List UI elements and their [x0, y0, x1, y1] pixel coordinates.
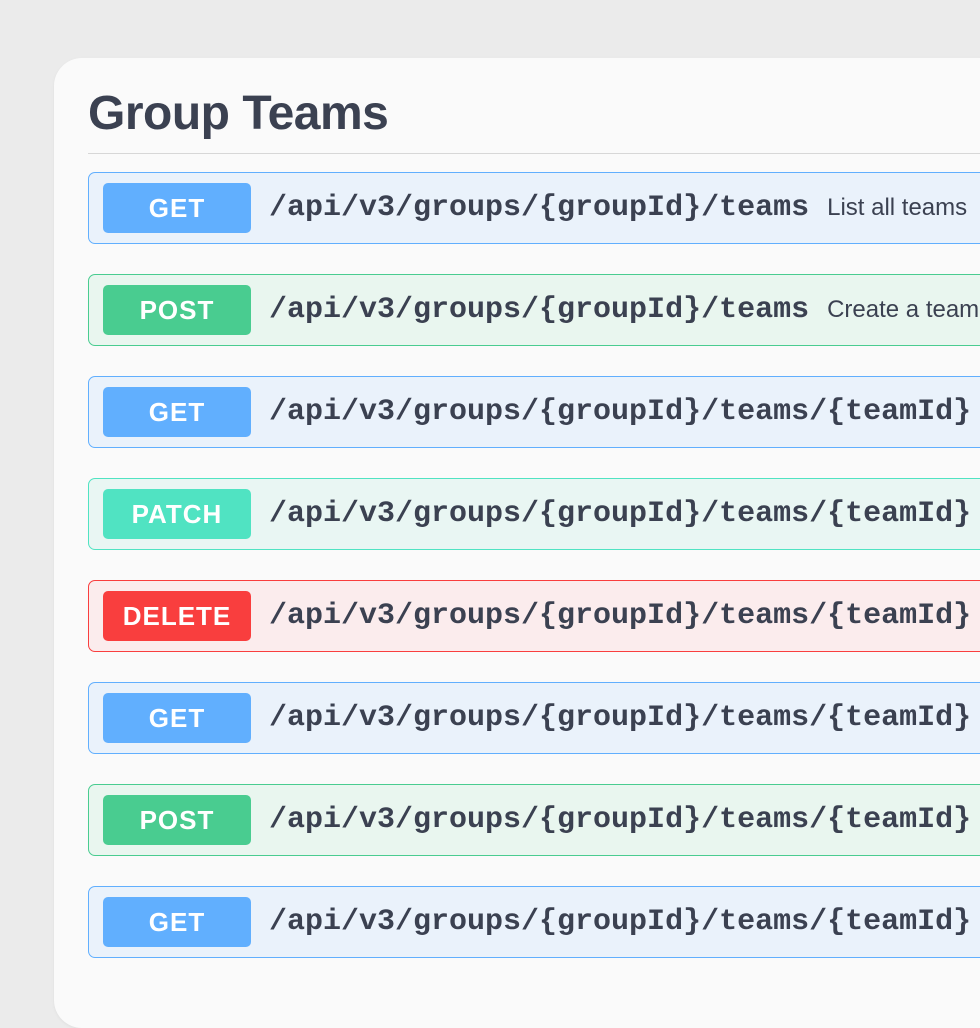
endpoint-path: /api/v3/groups/{groupId}/teams/{teamId}: [269, 599, 971, 633]
endpoint-path: /api/v3/groups/{groupId}/teams/{teamId}: [269, 497, 971, 531]
operation-row[interactable]: POST/api/v3/groups/{groupId}/teams Create…: [88, 274, 980, 346]
endpoint-path: /api/v3/groups/{groupId}/teams/{teamId}: [269, 701, 971, 735]
http-method-badge: GET: [103, 897, 251, 947]
endpoint-path: /api/v3/groups/{groupId}/teams: [269, 293, 809, 327]
section-divider: [88, 153, 980, 154]
endpoint-summary: List all teams: [827, 194, 967, 222]
http-method-badge: GET: [103, 693, 251, 743]
http-method-badge: GET: [103, 387, 251, 437]
operations-list: GET/api/v3/groups/{groupId}/teams List al…: [88, 172, 980, 958]
endpoint-summary: Create a team: [827, 296, 979, 324]
endpoint-path: /api/v3/groups/{groupId}/teams/{teamId}: [269, 905, 971, 939]
operation-row[interactable]: PATCH/api/v3/groups/{groupId}/teams/{tea…: [88, 478, 980, 550]
endpoint-path: /api/v3/groups/{groupId}/teams/{teamId}: [269, 395, 971, 429]
section-title: Group Teams: [88, 86, 980, 153]
http-method-badge: DELETE: [103, 591, 251, 641]
http-method-badge: PATCH: [103, 489, 251, 539]
operation-row[interactable]: POST/api/v3/groups/{groupId}/teams/{team…: [88, 784, 980, 856]
endpoint-path: /api/v3/groups/{groupId}/teams/{teamId}: [269, 803, 971, 837]
operation-row[interactable]: GET/api/v3/groups/{groupId}/teams/{teamI…: [88, 886, 980, 958]
operation-row[interactable]: GET/api/v3/groups/{groupId}/teams List al…: [88, 172, 980, 244]
operation-row[interactable]: DELETE/api/v3/groups/{groupId}/teams/{te…: [88, 580, 980, 652]
endpoint-path: /api/v3/groups/{groupId}/teams: [269, 191, 809, 225]
operation-row[interactable]: GET/api/v3/groups/{groupId}/teams/{teamI…: [88, 682, 980, 754]
operation-row[interactable]: GET/api/v3/groups/{groupId}/teams/{teamI…: [88, 376, 980, 448]
api-section-card: Group Teams GET/api/v3/groups/{groupId}/…: [54, 58, 980, 1028]
http-method-badge: GET: [103, 183, 251, 233]
http-method-badge: POST: [103, 795, 251, 845]
http-method-badge: POST: [103, 285, 251, 335]
